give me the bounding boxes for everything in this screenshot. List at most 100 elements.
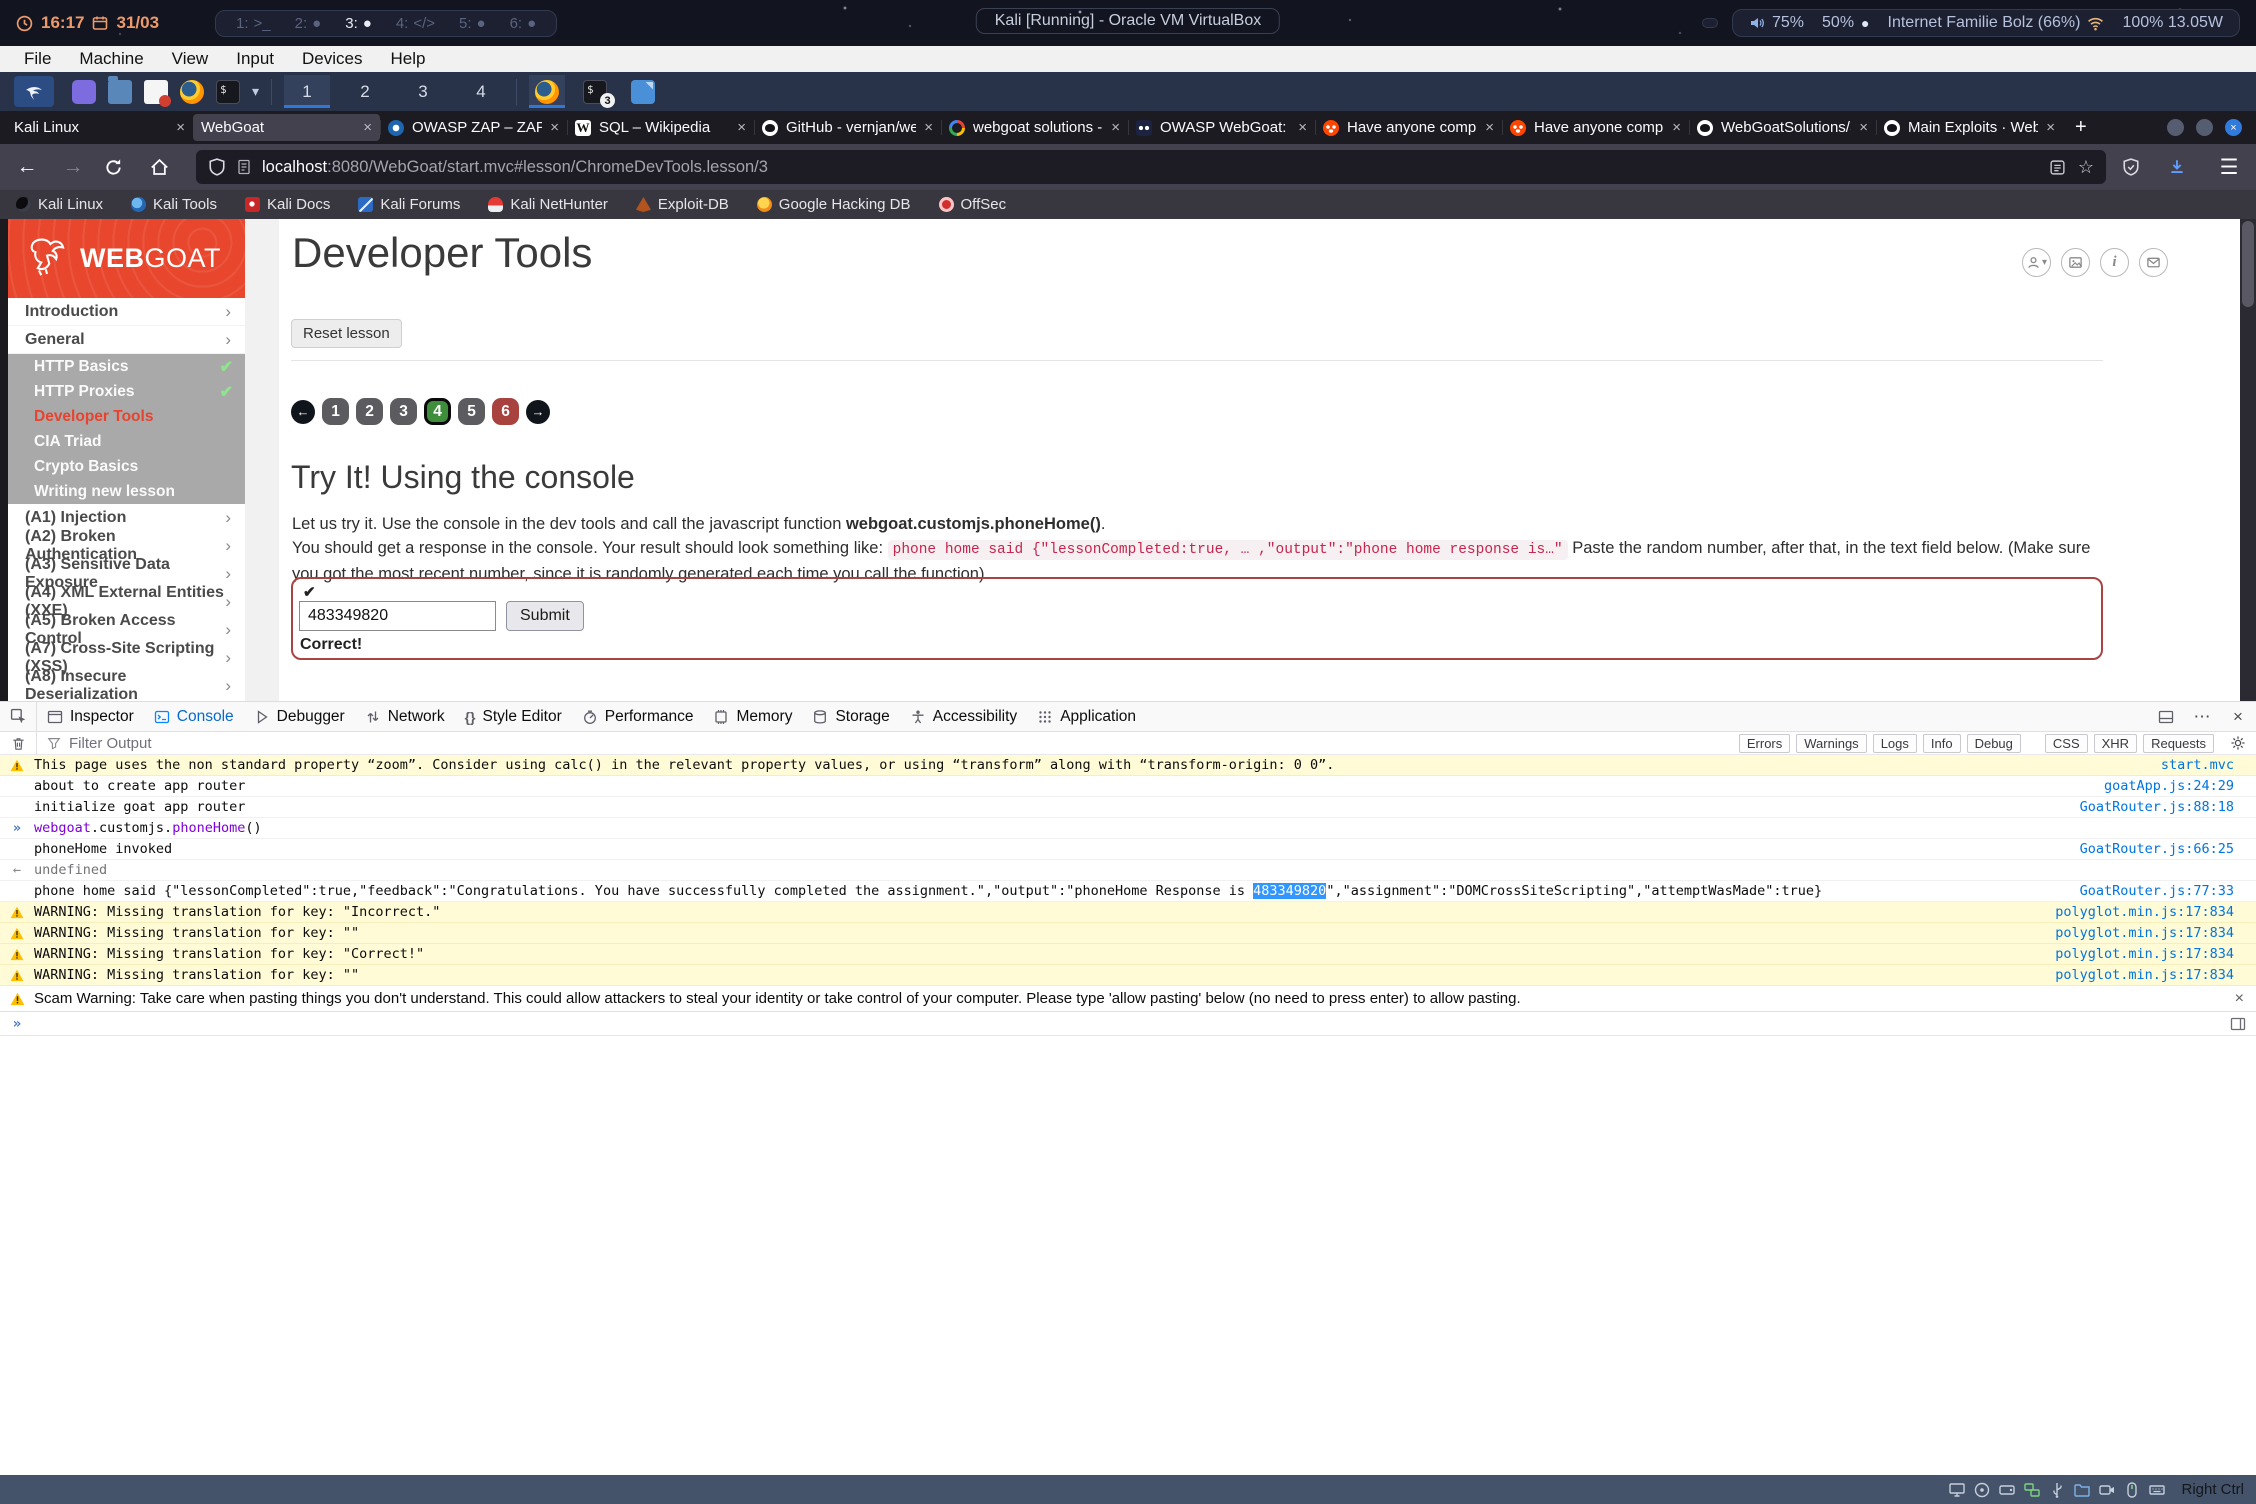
window-close-button[interactable]: ×: [2225, 119, 2242, 136]
filter-debug-button[interactable]: Debug: [1967, 734, 2021, 753]
launcher-caret-icon[interactable]: ▾: [252, 83, 259, 100]
filter-warnings-button[interactable]: Warnings: [1796, 734, 1866, 753]
tab-webgoatsolutions-repo[interactable]: WebGoatSolutions/S×: [1689, 114, 1876, 141]
devtools-tab-memory[interactable]: Memory: [703, 702, 802, 732]
source-link[interactable]: polyglot.min.js:17:834: [2055, 904, 2256, 920]
close-icon[interactable]: ×: [1298, 119, 1307, 136]
file-manager-icon[interactable]: [108, 80, 132, 104]
text-editor-icon[interactable]: [144, 80, 168, 104]
firefox-launcher-icon[interactable]: [180, 80, 204, 104]
filter-errors-button[interactable]: Errors: [1739, 734, 1790, 753]
clear-console-button[interactable]: [0, 728, 36, 758]
tab-webgoat-solutions-search[interactable]: webgoat solutions -×: [941, 114, 1128, 141]
taskbar-workspace-3[interactable]: 3: [400, 75, 446, 108]
bookmark-kali-linux[interactable]: Kali Linux: [16, 196, 103, 213]
close-icon[interactable]: ×: [550, 119, 559, 136]
lesson-info-button[interactable]: i: [2100, 248, 2129, 277]
kali-menu-button[interactable]: [8, 75, 60, 108]
bookmark-google-hacking-db[interactable]: Google Hacking DB: [757, 196, 911, 213]
scrollbar-thumb[interactable]: [2242, 221, 2254, 307]
vm-recording-icon[interactable]: [2098, 1481, 2116, 1499]
vm-shared-folders-icon[interactable]: [2073, 1481, 2091, 1499]
taskbar-workspace-2[interactable]: 2: [342, 75, 388, 108]
close-icon[interactable]: ×: [2046, 119, 2055, 136]
bookmark-kali-nethunter[interactable]: Kali NetHunter: [488, 196, 608, 213]
sidebar-item-http-basics[interactable]: HTTP Basics✔: [8, 354, 245, 379]
taskbar-firefox-window[interactable]: [529, 75, 565, 108]
vm-harddisk-icon[interactable]: [1998, 1481, 2016, 1499]
user-menu-button[interactable]: ▾: [2022, 248, 2051, 277]
console-reply-row[interactable]: ← undefined: [0, 860, 2256, 881]
close-icon[interactable]: ×: [1672, 119, 1681, 136]
new-tab-button[interactable]: +: [2063, 116, 2099, 139]
filter-css-button[interactable]: CSS: [2045, 734, 2088, 753]
downloads-button[interactable]: [2168, 158, 2198, 176]
tab-reddit-1[interactable]: Have anyone comple×: [1315, 114, 1502, 141]
taskbar-files-window[interactable]: [625, 75, 661, 108]
filter-info-button[interactable]: Info: [1923, 734, 1961, 753]
page-2-button[interactable]: 2: [356, 398, 383, 425]
tab-owasp-webgoat[interactable]: OWASP WebGoat: G×: [1128, 114, 1315, 141]
contact-button[interactable]: [2139, 248, 2168, 277]
console-settings-button[interactable]: [2220, 728, 2256, 758]
devtools-close-button[interactable]: ×: [2220, 702, 2256, 732]
dismiss-scam-warning-button[interactable]: ×: [2223, 990, 2256, 1008]
menu-input[interactable]: Input: [222, 49, 288, 69]
source-link[interactable]: GoatRouter.js:88:18: [2080, 799, 2256, 815]
devtools-tab-network[interactable]: Network: [355, 702, 455, 732]
menu-help[interactable]: Help: [377, 49, 440, 69]
workspace-5[interactable]: 5:●: [459, 15, 486, 32]
source-link[interactable]: start.mvc: [2161, 757, 2256, 773]
close-icon[interactable]: ×: [1111, 119, 1120, 136]
close-icon[interactable]: ×: [176, 119, 185, 136]
bookmark-kali-forums[interactable]: Kali Forums: [358, 196, 460, 213]
vm-usb-icon[interactable]: [2048, 1481, 2066, 1499]
filter-logs-button[interactable]: Logs: [1873, 734, 1917, 753]
page-1-button[interactable]: 1: [322, 398, 349, 425]
close-icon[interactable]: ×: [1859, 119, 1868, 136]
page-6-button[interactable]: 6: [492, 398, 519, 425]
workspace-3-active[interactable]: 3:●: [345, 15, 372, 32]
bookmark-exploit-db[interactable]: Exploit-DB: [636, 196, 729, 213]
devtools-tab-inspector[interactable]: Inspector: [37, 702, 144, 732]
taskbar-terminal-windows[interactable]: $ 3: [577, 75, 613, 108]
reload-button[interactable]: [104, 158, 134, 177]
app-launcher-icon[interactable]: [72, 80, 96, 104]
close-icon[interactable]: ×: [924, 119, 933, 136]
console-warning-row[interactable]: WARNING: Missing translation for key: ""…: [0, 965, 2256, 986]
source-link[interactable]: polyglot.min.js:17:834: [2055, 967, 2256, 983]
console-input-history-row[interactable]: » webgoat.customjs.phoneHome(): [0, 818, 2256, 839]
network-indicator[interactable]: Internet Familie Bolz (66%): [1888, 14, 2105, 32]
menu-file[interactable]: File: [10, 49, 65, 69]
console-warning-row[interactable]: WARNING: Missing translation for key: ""…: [0, 923, 2256, 944]
menu-machine[interactable]: Machine: [65, 49, 157, 69]
filter-output-placeholder[interactable]: Filter Output: [69, 735, 152, 752]
vm-keyboard-icon[interactable]: [2148, 1481, 2166, 1499]
tab-main-exploits[interactable]: Main Exploits · WebG×: [1876, 114, 2063, 141]
devtools-tab-console[interactable]: Console: [144, 702, 244, 732]
vm-optical-disk-icon[interactable]: [1973, 1481, 1991, 1499]
console-input-row[interactable]: »: [0, 1012, 2256, 1036]
source-link[interactable]: polyglot.min.js:17:834: [2055, 925, 2256, 941]
reset-lesson-button[interactable]: Reset lesson: [291, 319, 402, 348]
console-log-row[interactable]: initialize goat app router GoatRouter.js…: [0, 797, 2256, 818]
filter-xhr-button[interactable]: XHR: [2094, 734, 2137, 753]
vm-network-icon[interactable]: [2023, 1481, 2041, 1499]
workspace-6[interactable]: 6:●: [510, 15, 537, 32]
url-text[interactable]: localhost:8080/WebGoat/start.mvc#lesson/…: [262, 158, 768, 177]
previous-page-button[interactable]: ←: [291, 400, 315, 424]
menu-devices[interactable]: Devices: [288, 49, 376, 69]
taskbar-workspace-1[interactable]: 1: [284, 75, 330, 108]
random-number-input[interactable]: [299, 601, 496, 631]
bookmark-star-icon[interactable]: ☆: [2078, 157, 2094, 178]
sidebar-item-cia-triad[interactable]: CIA Triad: [8, 429, 245, 454]
bookmark-kali-tools[interactable]: Kali Tools: [131, 196, 217, 213]
show-images-button[interactable]: [2061, 248, 2090, 277]
tab-webgoat-active[interactable]: WebGoat×: [193, 114, 380, 141]
page-4-button-current[interactable]: 4: [424, 398, 451, 425]
terminal-launcher-icon[interactable]: $: [216, 80, 240, 104]
sidebar-item-general[interactable]: General›: [8, 326, 245, 354]
power-indicator[interactable]: 100% 13.05W: [2122, 14, 2223, 32]
home-button[interactable]: [150, 158, 180, 177]
close-icon[interactable]: ×: [363, 119, 372, 136]
